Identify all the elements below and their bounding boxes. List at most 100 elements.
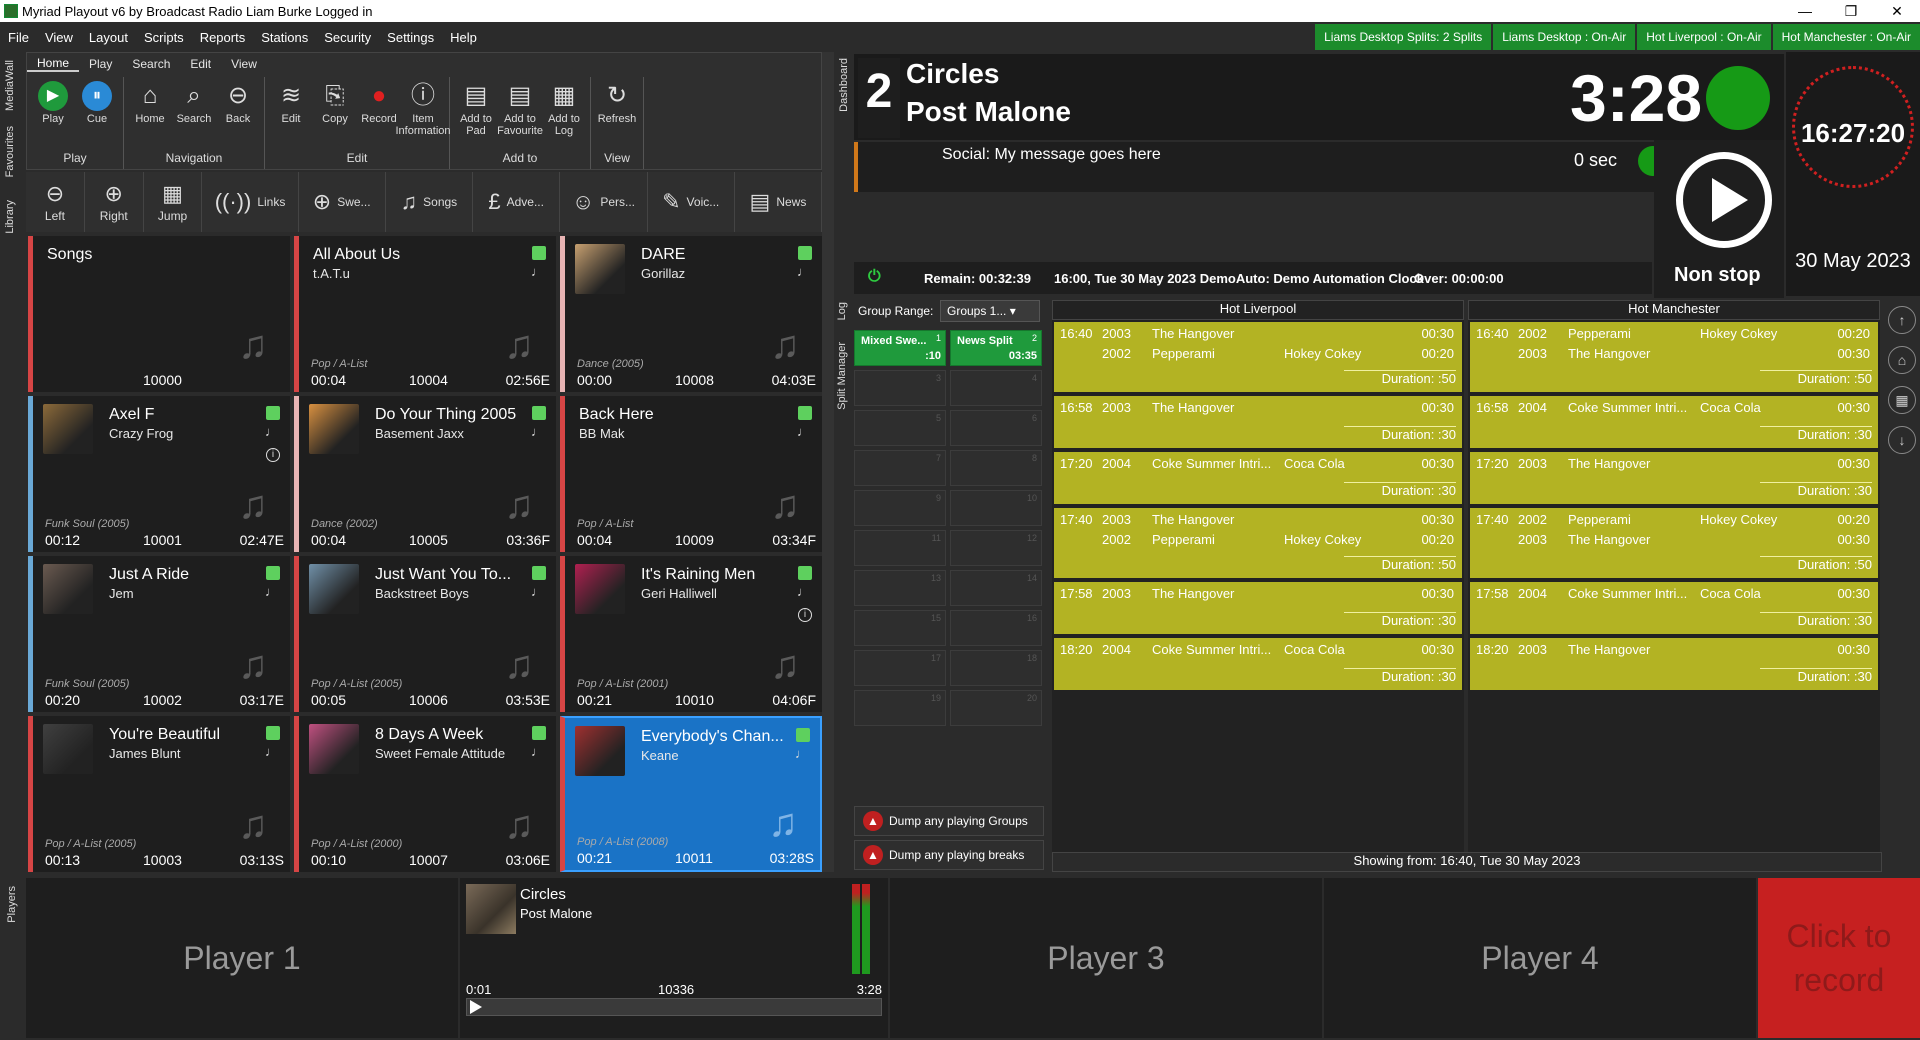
split-group-cell[interactable]: 14	[950, 570, 1042, 606]
ad-break[interactable]: 17:58 2003 The Hangover 00:30 Duration: :30	[1054, 582, 1462, 634]
menu-help[interactable]: Help	[442, 30, 485, 45]
ad-break[interactable]: 18:20 2003 The Hangover 00:30 Duration: :30	[1470, 638, 1878, 690]
home-icon[interactable]: ⌂	[1888, 346, 1916, 374]
split-group-cell[interactable]: 7	[854, 450, 946, 486]
group-range-select[interactable]: Groups 1... ▾	[940, 300, 1040, 322]
ad-break[interactable]: 17:40 2002 Pepperami Hokey Cokey 00:20 2003 Th…	[1470, 508, 1878, 578]
player-2[interactable]: Circles Post Malone 0:01 10336 3:28	[460, 878, 888, 1038]
tab-log[interactable]: Log	[836, 302, 848, 320]
ribbon-tab-edit[interactable]: Edit	[180, 57, 221, 71]
nav-news-button[interactable]: ▤ News	[735, 172, 823, 232]
media-cart[interactable]: All About Us t.A.T.u ♩ ♫ Pop / A-List 00:04 10…	[294, 236, 556, 392]
nav-links-button[interactable]: ((·)) Links	[202, 172, 299, 232]
dump-groups-button[interactable]: ▲ Dump any playing Groups	[854, 806, 1044, 836]
ad-break[interactable]: 16:40 2002 Pepperami Hokey Cokey 00:20 2003 Th…	[1470, 322, 1878, 392]
ad-break[interactable]: 17:58 2004 Coke Summer Intri... Coca Cola 00…	[1470, 582, 1878, 634]
info-icon[interactable]: i	[266, 448, 280, 462]
split-group-cell[interactable]: 6	[950, 410, 1042, 446]
tab-players[interactable]: Players	[6, 886, 18, 923]
nav-left-button[interactable]: ⊖ Left	[26, 172, 85, 232]
nav-pers-button[interactable]: ☺ Pers...	[560, 172, 648, 232]
progress-bar[interactable]	[466, 998, 882, 1016]
media-cart[interactable]: You're Beautiful James Blunt ♩ ♫ Pop / A-Lis…	[28, 716, 290, 872]
play-next-button[interactable]: Non stop	[1654, 140, 1784, 298]
split-group-cell[interactable]: News Split 2 03:35	[950, 330, 1042, 366]
split-group-cell[interactable]: 11	[854, 530, 946, 566]
nav-voic-button[interactable]: ✎ Voic...	[648, 172, 735, 232]
nav-jump-button[interactable]: ▦ Jump	[144, 172, 203, 232]
split-group-cell[interactable]: Mixed Swe... 1:10	[854, 330, 946, 366]
close-button[interactable]: ✕	[1874, 0, 1920, 22]
tab-split-manager[interactable]: Split Manager	[836, 342, 848, 410]
split-group-cell[interactable]: 13	[854, 570, 946, 606]
record-button[interactable]: Click to record	[1758, 878, 1920, 1038]
ribbon-tab-home[interactable]: Home	[27, 56, 80, 72]
calendar-icon[interactable]: ▦	[1888, 386, 1916, 414]
split-group-cell[interactable]: 4	[950, 370, 1042, 406]
ad-break[interactable]: 16:40 2003 The Hangover 00:30 2002 Pepperami H…	[1054, 322, 1462, 392]
power-icon[interactable]: ⏻	[868, 268, 881, 286]
tab-favourites[interactable]: Favourites	[4, 126, 16, 177]
tab-library[interactable]: Library	[4, 200, 16, 234]
tab-dashboard[interactable]: Dashboard	[838, 58, 850, 112]
split-group-cell[interactable]: 5	[854, 410, 946, 446]
menu-security[interactable]: Security	[316, 30, 379, 45]
play-icon[interactable]	[470, 1000, 482, 1014]
maximize-button[interactable]: ❐	[1828, 0, 1874, 22]
media-cart[interactable]: Back Here BB Mak ♩ ♫ Pop / A-List 00:04 10009 0…	[560, 396, 822, 552]
station-status-1[interactable]: Liams Desktop Splits: 2 Splits	[1315, 24, 1492, 50]
up-arrow-icon[interactable]: ↑	[1888, 306, 1916, 334]
split-group-cell[interactable]: 15	[854, 610, 946, 646]
menu-view[interactable]: View	[37, 30, 81, 45]
split-group-cell[interactable]: 18	[950, 650, 1042, 686]
media-cart[interactable]: It's Raining Men Geri Halliwell ♩ i ♫ Pop / A…	[560, 556, 822, 712]
station-status-2[interactable]: Liams Desktop : On-Air	[1493, 24, 1636, 50]
media-cart[interactable]: Just Want You To... Backstreet Boys ♩ ♫ Pop …	[294, 556, 556, 712]
ribbon-tab-view[interactable]: View	[221, 57, 267, 71]
ad-break[interactable]: 18:20 2004 Coke Summer Intri... Coca Cola 00…	[1054, 638, 1462, 690]
menu-stations[interactable]: Stations	[253, 30, 316, 45]
split-group-cell[interactable]: 16	[950, 610, 1042, 646]
player-4[interactable]: Player 4	[1324, 878, 1756, 1038]
nav-adve-button[interactable]: £ Adve...	[473, 172, 561, 232]
dump-breaks-button[interactable]: ▲ Dump any playing breaks	[854, 840, 1044, 870]
ad-break[interactable]: 16:58 2003 The Hangover 00:30 Duration: :30	[1054, 396, 1462, 448]
split-group-cell[interactable]: 3	[854, 370, 946, 406]
ad-break[interactable]: 17:20 2004 Coke Summer Intri... Coca Cola 00…	[1054, 452, 1462, 504]
media-cart[interactable]: Songs ♫ 10000	[28, 236, 290, 392]
player-1[interactable]: Player 1	[26, 878, 458, 1038]
media-cart[interactable]: Axel F Crazy Frog ♩ i ♫ Funk Soul (2005) 00:12…	[28, 396, 290, 552]
nav-right-button[interactable]: ⊕ Right	[85, 172, 144, 232]
split-group-cell[interactable]: 8	[950, 450, 1042, 486]
ad-break[interactable]: 17:20 2003 The Hangover 00:30 Duration: :30	[1470, 452, 1878, 504]
media-cart[interactable]: DARE Gorillaz ♩ ♫ Dance (2005) 00:00 10008 04:0…	[560, 236, 822, 392]
down-arrow-icon[interactable]: ↓	[1888, 426, 1916, 454]
ribbon-tab-search[interactable]: Search	[122, 57, 180, 71]
split-group-cell[interactable]: 19	[854, 690, 946, 726]
media-cart[interactable]: Just A Ride Jem ♩ ♫ Funk Soul (2005) 00:20 100…	[28, 556, 290, 712]
menu-file[interactable]: File	[0, 30, 37, 45]
station-status-3[interactable]: Hot Liverpool : On-Air	[1637, 24, 1771, 50]
minimize-button[interactable]: —	[1782, 0, 1828, 22]
split-group-cell[interactable]: 10	[950, 490, 1042, 526]
ad-break[interactable]: 17:40 2003 The Hangover 00:30 2002 Pepperami H…	[1054, 508, 1462, 578]
ribbon-tab-play[interactable]: Play	[79, 57, 122, 71]
media-cart[interactable]: Do Your Thing 2005 Basement Jaxx ♩ ♫ Dance (…	[294, 396, 556, 552]
ad-break[interactable]: 16:58 2004 Coke Summer Intri... Coca Cola 00…	[1470, 396, 1878, 448]
menu-layout[interactable]: Layout	[81, 30, 136, 45]
info-icon[interactable]: i	[798, 608, 812, 622]
nav-swe-button[interactable]: ⊕ Swe...	[299, 172, 386, 232]
tab-mediawall[interactable]: MediaWall	[4, 60, 16, 111]
menu-scripts[interactable]: Scripts	[136, 30, 192, 45]
media-cart[interactable]: 8 Days A Week Sweet Female Attitude ♩ ♫ Pop …	[294, 716, 556, 872]
player-3[interactable]: Player 3	[890, 878, 1322, 1038]
menu-reports[interactable]: Reports	[192, 30, 254, 45]
split-group-cell[interactable]: 9	[854, 490, 946, 526]
split-group-cell[interactable]: 17	[854, 650, 946, 686]
nav-songs-button[interactable]: ♫ Songs	[386, 172, 474, 232]
station-status-4[interactable]: Hot Manchester : On-Air	[1772, 24, 1920, 50]
split-group-cell[interactable]: 12	[950, 530, 1042, 566]
menu-settings[interactable]: Settings	[379, 30, 442, 45]
split-group-cell[interactable]: 20	[950, 690, 1042, 726]
media-cart[interactable]: Everybody's Chan... Keane ♩ ♫ Pop / A-List (…	[560, 716, 822, 872]
